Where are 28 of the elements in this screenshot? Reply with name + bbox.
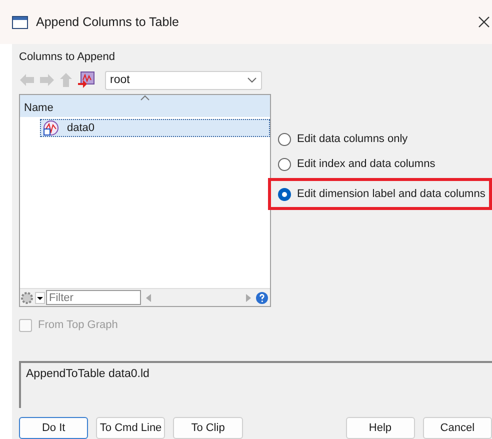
wave-icon: [43, 120, 59, 136]
help-icon[interactable]: [256, 292, 268, 304]
filter-field[interactable]: Filter: [46, 290, 141, 305]
command-box: AppendToTable data0.ld: [19, 361, 492, 408]
radio-option[interactable]: Edit index and data columns: [268, 153, 492, 175]
dialog-button[interactable]: Help: [346, 417, 415, 439]
dialog-button[interactable]: Do It: [19, 417, 88, 439]
option-label: Edit index and data columns: [297, 158, 436, 170]
radio-button[interactable]: [278, 132, 291, 146]
caret-icon[interactable]: [35, 292, 45, 304]
data-folder-icon[interactable]: [77, 71, 95, 89]
dialog-button[interactable]: To Cmd Line: [96, 417, 166, 439]
folder-dropdown[interactable]: root: [105, 70, 262, 90]
chevron-icon: [247, 77, 257, 83]
list-item[interactable]: data0: [40, 119, 270, 137]
window-icon: [12, 16, 28, 28]
section-label: Columns to Append: [19, 50, 116, 65]
radio-option[interactable]: Edit data columns only: [268, 128, 492, 150]
window-title: Append Columns to Table: [36, 15, 179, 29]
radio-button[interactable]: [278, 158, 291, 170]
column-header[interactable]: Name: [20, 95, 270, 117]
close-icon[interactable]: [478, 16, 490, 28]
option-label: Edit dimension label and data columns: [297, 188, 486, 200]
sort-caret-icon: [140, 95, 150, 101]
dialog-button[interactable]: Cancel: [422, 417, 492, 439]
dialog-button[interactable]: To Clip: [173, 417, 243, 439]
radio-button[interactable]: [278, 188, 291, 200]
option-label: Edit data columns only: [297, 133, 408, 145]
